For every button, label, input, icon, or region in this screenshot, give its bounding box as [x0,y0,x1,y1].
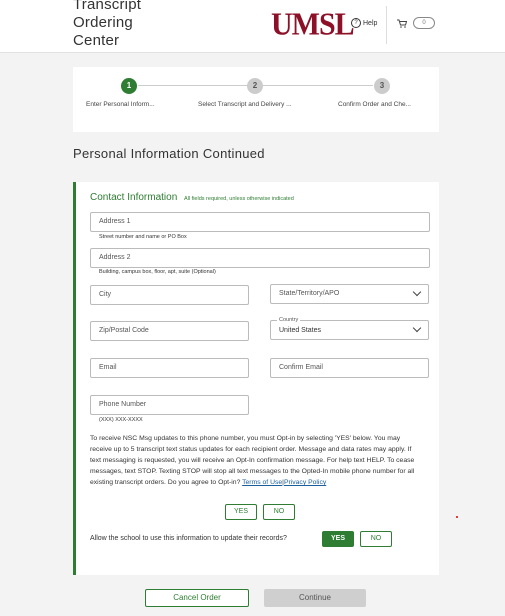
required-note: All fields required, unless otherwise in… [184,196,294,202]
app-title-line: Center [73,32,120,49]
phone-input[interactable]: Phone Number [90,395,249,415]
marker-dot [456,516,458,518]
step-2-indicator: 2 [247,78,263,94]
phone-hint: (XXX) XXX-XXXX [99,417,143,423]
contact-information-card: Contact Information All fields required,… [73,182,439,575]
optin-disclaimer: To receive NSC Msg updates to this phone… [90,433,420,488]
address2-input[interactable]: Address 2 [90,248,430,268]
progress-stepper: 1 2 3 Enter Personal Inform... Select Tr… [73,67,439,132]
header-divider [386,6,387,44]
step-1-indicator: 1 [121,78,137,94]
app-header: Transcript Ordering Center UMSL ? Help 0 [0,0,505,53]
zip-input[interactable]: Zip/Postal Code [90,321,249,341]
country-select[interactable]: Country United States [270,315,429,340]
state-select[interactable]: State/Territory/APO [270,284,429,304]
app-title-line: Transcript [73,0,142,13]
step-2-label: Select Transcript and Delivery ... [198,101,292,108]
address2-hint: Building, campus box, floor, apt, suite … [99,269,216,275]
contact-heading-text: Contact Information [90,192,178,203]
step-connector [138,85,248,86]
confirm-email-input[interactable]: Confirm Email [270,358,429,378]
cart-button[interactable]: 0 [397,17,435,29]
allow-yes-button[interactable]: YES [322,531,354,547]
help-link[interactable]: ? Help [351,18,377,28]
step-3-indicator: 3 [374,78,390,94]
app-title: Transcript Ordering Center [73,0,141,50]
optin-no-button[interactable]: NO [263,504,295,520]
step-3-label: Confirm Order and Che... [338,101,411,108]
app-title-line: Ordering [73,14,133,31]
city-input[interactable]: City [90,285,249,305]
terms-of-use-link[interactable]: Terms of Use [242,479,282,486]
help-icon: ? [351,18,361,28]
cancel-order-button[interactable]: Cancel Order [145,589,249,607]
country-value: United States [279,327,322,334]
optin-yes-button[interactable]: YES [225,504,257,520]
email-input[interactable]: Email [90,358,249,378]
state-select-placeholder: State/Territory/APO [279,290,340,297]
cart-icon [397,19,407,28]
page-title: Personal Information Continued [73,146,265,161]
allow-update-question: Allow the school to use this information… [90,535,287,542]
allow-no-button[interactable]: NO [360,531,392,547]
step-1-label: Enter Personal Inform... [86,101,155,108]
chevron-down-icon [412,287,422,297]
continue-button[interactable]: Continue [264,589,366,607]
cart-count-badge: 0 [413,17,435,29]
help-label: Help [363,19,378,27]
contact-heading: Contact Information All fields required,… [90,192,294,203]
address1-hint: Street number and name or PO Box [99,234,187,240]
privacy-policy-link[interactable]: Privacy Policy [284,479,326,486]
umsl-logo[interactable]: UMSL [271,7,355,43]
chevron-down-icon [412,323,422,333]
address1-input[interactable]: Address 1 [90,212,430,232]
country-label: Country [277,315,301,325]
step-connector [263,85,373,86]
